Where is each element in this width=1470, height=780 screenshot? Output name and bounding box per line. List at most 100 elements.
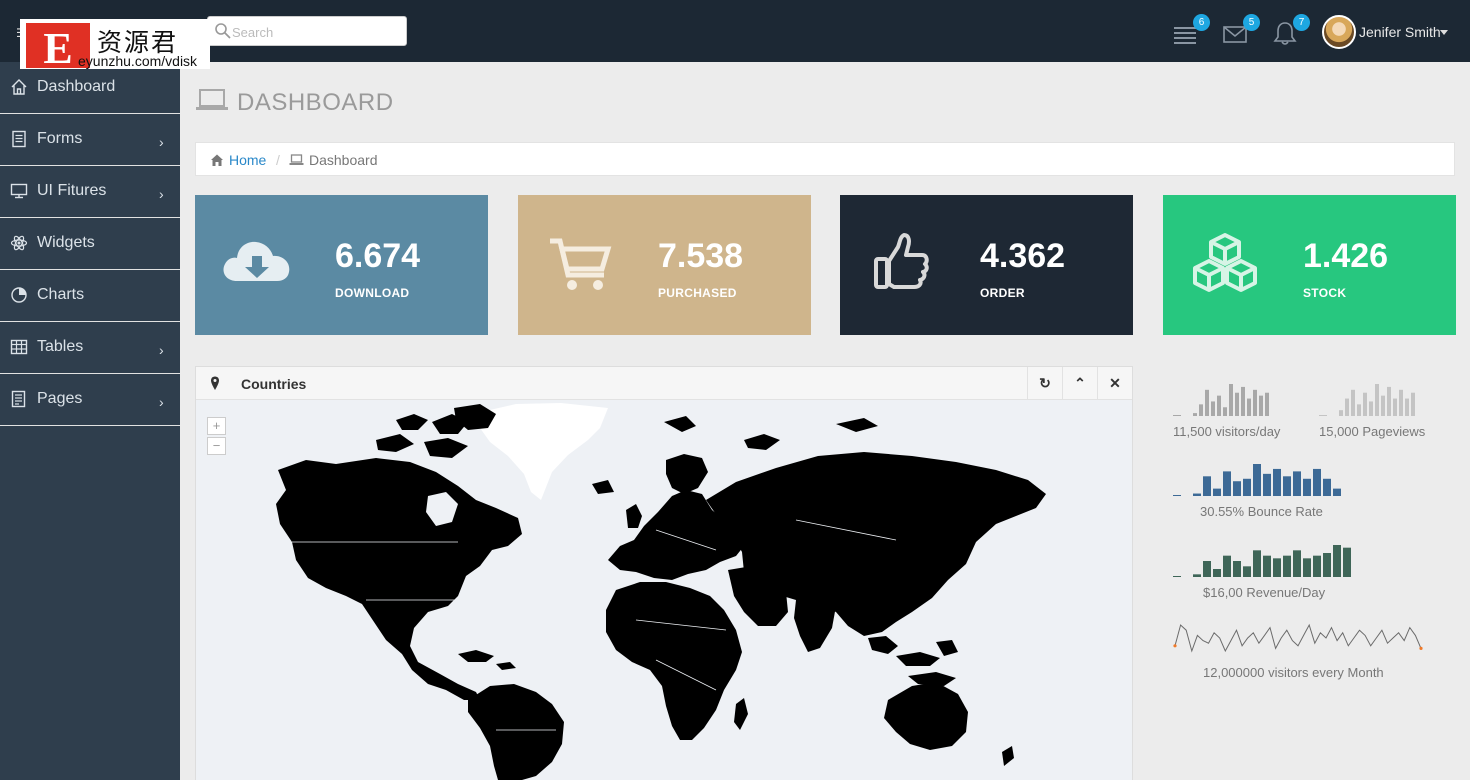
sparkline-bar <box>1357 404 1361 416</box>
sparkline-bar <box>1273 468 1281 496</box>
sidebar-item-widgets[interactable]: Widgets <box>0 218 180 270</box>
notifications-button[interactable]: 7 <box>1272 14 1310 46</box>
sparkline-bar <box>1411 392 1415 416</box>
messages-button[interactable]: 6 <box>1172 14 1210 46</box>
sparkline-bar <box>1273 558 1281 577</box>
chevron-right-icon: › <box>159 186 164 202</box>
search-box[interactable] <box>207 16 407 46</box>
sidebar-item-tables[interactable]: Tables › <box>0 322 180 374</box>
sparkline-bar <box>1223 407 1227 416</box>
map-australia <box>884 682 968 750</box>
sparkline-bar <box>1351 389 1355 416</box>
sparkline-bar <box>1381 395 1385 416</box>
sidebar-item-dashboard[interactable]: Dashboard <box>0 62 180 114</box>
mail-button[interactable]: 5 <box>1222 14 1260 46</box>
stat-card-download[interactable]: 6.674 DOWNLOAD <box>195 195 488 335</box>
sidebar-item-forms[interactable]: Forms › <box>0 114 180 166</box>
user-menu-caret-icon[interactable] <box>1440 30 1448 35</box>
page-title: DASHBOARD <box>237 89 394 116</box>
chevron-right-icon: › <box>159 342 164 358</box>
sparkline-bar <box>1233 481 1241 496</box>
sparkline-bar <box>1193 574 1201 577</box>
map-scandinavia <box>666 454 708 494</box>
sparkline-bar <box>1213 569 1221 577</box>
search-input[interactable] <box>232 21 402 43</box>
pie-chart-icon <box>10 286 28 304</box>
sparkline-bar <box>1243 478 1251 496</box>
world-map[interactable]: + − <box>196 400 1132 780</box>
top-bar: ☰ 6 5 7 Jenifer Smith <box>0 0 1470 62</box>
sparkline-bar <box>1217 395 1221 416</box>
breadcrumb-separator: / <box>276 152 280 168</box>
pageviews-label: 15,000 Pageviews <box>1319 424 1426 439</box>
stat-value: 7.538 <box>658 237 744 275</box>
world-map-shapes <box>276 403 1046 780</box>
sparkline-bar <box>1283 555 1291 577</box>
stat-card-purchased[interactable]: 7.538 PURCHASED <box>518 195 811 335</box>
revenue-sparkline: $16,00 Revenue/Day <box>1173 543 1363 603</box>
sidebar-item-pages[interactable]: Pages › <box>0 374 180 426</box>
search-icon <box>215 23 231 39</box>
sidebar-item-label: Dashboard <box>37 78 116 95</box>
stat-value: 6.674 <box>335 237 421 275</box>
stat-label: PURCHASED <box>658 286 737 300</box>
sparkline-bar <box>1293 550 1301 577</box>
user-name[interactable]: Jenifer Smith <box>1359 24 1441 40</box>
map-arctic-islands <box>376 404 496 458</box>
revenue-label: $16,00 Revenue/Day <box>1203 585 1326 600</box>
sparkline-bar <box>1399 389 1403 416</box>
breadcrumb-home-link[interactable]: Home <box>229 152 266 168</box>
sparkline-bar <box>1405 398 1409 416</box>
sparkline-bar <box>1303 558 1311 577</box>
watermark-logo: E 资源君 eyunzhu.com/vdisk <box>20 19 210 72</box>
cloud-download-icon <box>219 231 295 295</box>
monthly-label: 12,000000 visitors every Month <box>1203 665 1384 680</box>
map-greenland <box>480 403 608 500</box>
sparkline-bar <box>1393 398 1397 416</box>
map-africa <box>606 582 742 740</box>
refresh-icon[interactable]: ↻ <box>1027 367 1062 400</box>
sparkline-bar <box>1243 566 1251 577</box>
sidebar-item-ui-fitures[interactable]: UI Fitures › <box>0 166 180 218</box>
stat-card-stock[interactable]: 1.426 STOCK <box>1163 195 1456 335</box>
sparkline-bar <box>1293 471 1301 496</box>
sparkline-bar <box>1229 384 1233 416</box>
home-icon <box>10 78 28 96</box>
sparkline-bar <box>1265 392 1269 416</box>
collapse-icon[interactable]: ⌃ <box>1062 367 1097 400</box>
stat-card-order[interactable]: 4.362 ORDER <box>840 195 1133 335</box>
panel-title: Countries <box>241 376 307 392</box>
sparkline-bar <box>1205 389 1209 416</box>
visitors-sparkline: 11,500 visitors/day <box>1173 382 1293 442</box>
monthly-line <box>1173 623 1423 653</box>
avatar[interactable] <box>1322 15 1356 49</box>
stat-label: DOWNLOAD <box>335 286 410 300</box>
close-icon[interactable]: ✕ <box>1097 367 1132 400</box>
chevron-right-icon: › <box>159 394 164 410</box>
sparkline-bar <box>1303 478 1311 496</box>
atom-icon <box>10 234 28 252</box>
visitors-label: 11,500 visitors/day <box>1173 424 1281 439</box>
home-icon <box>211 154 223 166</box>
sparkline-line <box>1174 623 1422 653</box>
sparkline-bar <box>1213 488 1221 496</box>
sparkline-bar <box>1253 550 1261 577</box>
cart-icon <box>542 231 618 295</box>
stat-value: 4.362 <box>980 237 1066 275</box>
sparkline-bar <box>1323 553 1331 577</box>
sparkline-bar <box>1203 476 1211 496</box>
sparkline-bar <box>1253 389 1257 416</box>
sparkline-bar <box>1323 478 1331 496</box>
messages-badge: 6 <box>1193 14 1210 31</box>
sidebar-item-charts[interactable]: Charts <box>0 270 180 322</box>
sparkline-bar <box>1211 401 1215 416</box>
breadcrumb: Home / Dashboard <box>195 142 1455 176</box>
sidebar-item-label: Pages <box>37 390 83 407</box>
sparkline-bar <box>1333 488 1341 496</box>
stat-label: STOCK <box>1303 286 1347 300</box>
sparkline-endpoint <box>1173 644 1177 648</box>
map-caribbean <box>458 650 516 670</box>
visitors-bars <box>1173 384 1269 416</box>
breadcrumb-current: Dashboard <box>309 152 378 168</box>
sparkline-bar <box>1343 547 1351 577</box>
